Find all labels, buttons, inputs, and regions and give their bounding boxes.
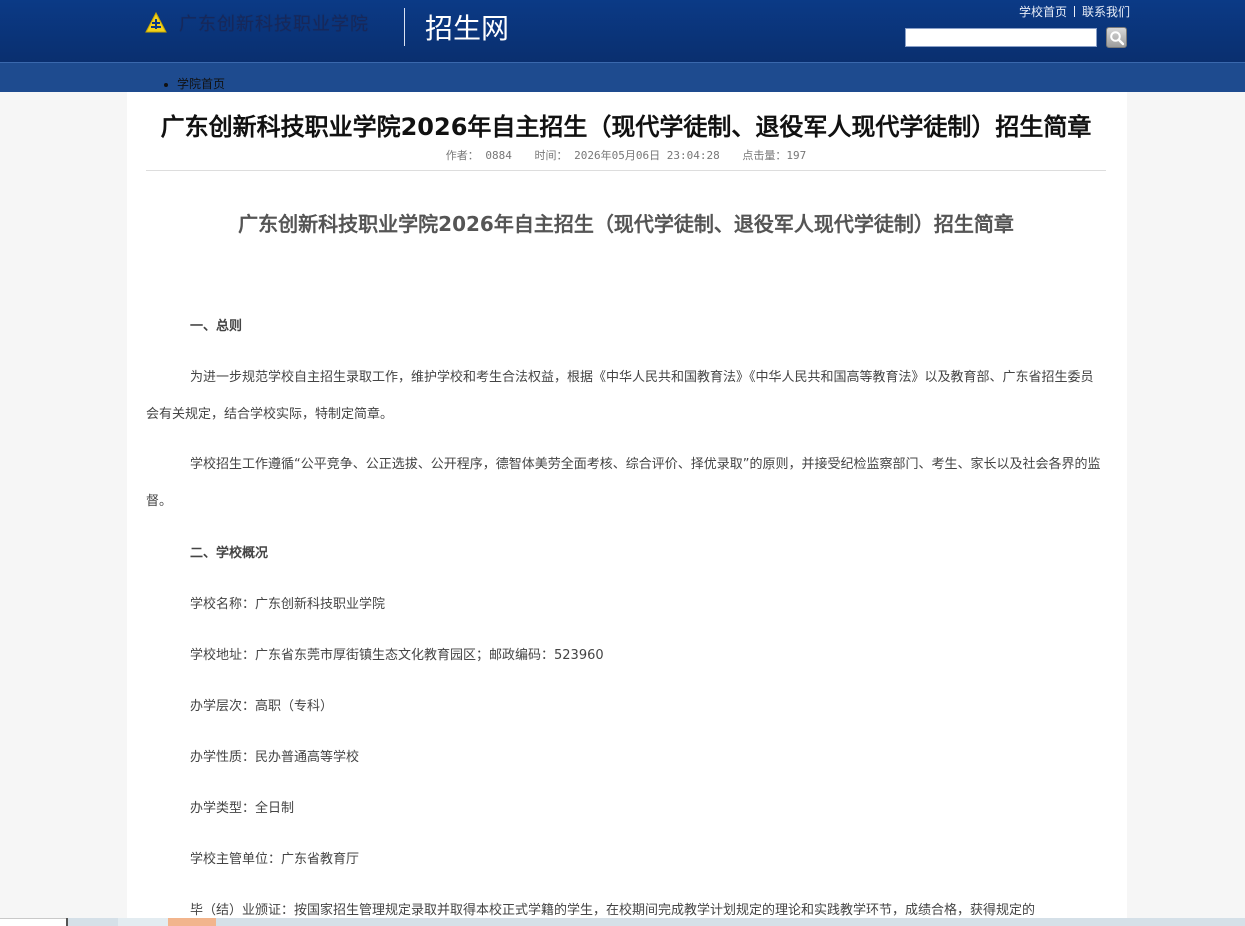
paragraph: 毕（结）业颁证：按国家招生管理规定录取并取得本校正式学籍的学生，在校期间完成教学… [190, 903, 1036, 918]
site-name: 招生网 [425, 12, 510, 45]
magnifier-icon [1110, 31, 1125, 46]
meta-time: 时间： 2026年05月06日 23:04:28 [534, 149, 720, 162]
paragraph: 办学层次：高职（专科） [190, 699, 334, 714]
paragraph: 学校主管单位：广东省教育厅 [190, 852, 360, 867]
search-input[interactable] [905, 28, 1097, 47]
logo-emblem-icon [145, 12, 167, 33]
article-meta: 作者： 0884 时间： 2026年05月06日 23:04:28 点击量：19… [146, 148, 1106, 164]
body-title: 广东创新科技职业学院2026年自主招生（现代学徒制、退役军人现代学徒制）招生简章 [238, 212, 1014, 236]
bottom-strip-active-tab[interactable] [168, 918, 216, 926]
paragraph: 学校招生工作遵循“公平竞争、公正选拔、公开程序，德智体美劳全面考核、综合评价、择… [146, 457, 1101, 509]
section-heading-general: 一、总则 [190, 319, 243, 334]
nav-bullet [164, 83, 168, 87]
meta-author: 作者： 0884 [445, 149, 512, 162]
search-button[interactable] [1106, 27, 1127, 48]
link-separator [1073, 6, 1075, 17]
nav-item-college-home[interactable]: 学院首页 [177, 76, 225, 92]
paragraph: 学校地址：广东省东莞市厚街镇生态文化教育园区；邮政编码：523960 [190, 648, 604, 663]
title-divider [146, 170, 1106, 171]
bottom-strip-divider [66, 918, 68, 926]
paragraph: 学校名称：广东创新科技职业学院 [190, 597, 386, 612]
meta-views: 点击量：197 [742, 149, 807, 162]
paragraph: 为进一步规范学校自主招生录取工作，维护学校和考生合法权益，根据《中华人民共和国教… [146, 370, 1094, 422]
logo-text: 广东创新科技职业学院 [179, 14, 369, 35]
paragraph: 办学性质：民办普通高等学校 [190, 750, 360, 765]
top-links: 学校首页 联系我们 [990, 4, 1130, 20]
paragraph: 办学类型：全日制 [190, 801, 295, 816]
article-title: 广东创新科技职业学院2026年自主招生（现代学徒制、退役军人现代学徒制）招生简章 [160, 113, 1092, 141]
link-contact-us[interactable]: 联系我们 [1082, 5, 1130, 19]
logo-divider [404, 8, 405, 46]
link-school-home[interactable]: 学校首页 [1019, 5, 1067, 19]
bottom-strip-tab[interactable] [118, 918, 168, 926]
school-logo[interactable]: 广东创新科技职业学院 [145, 10, 395, 40]
section-heading-overview: 二、学校概况 [190, 546, 269, 561]
bottom-strip-start[interactable] [0, 918, 66, 926]
